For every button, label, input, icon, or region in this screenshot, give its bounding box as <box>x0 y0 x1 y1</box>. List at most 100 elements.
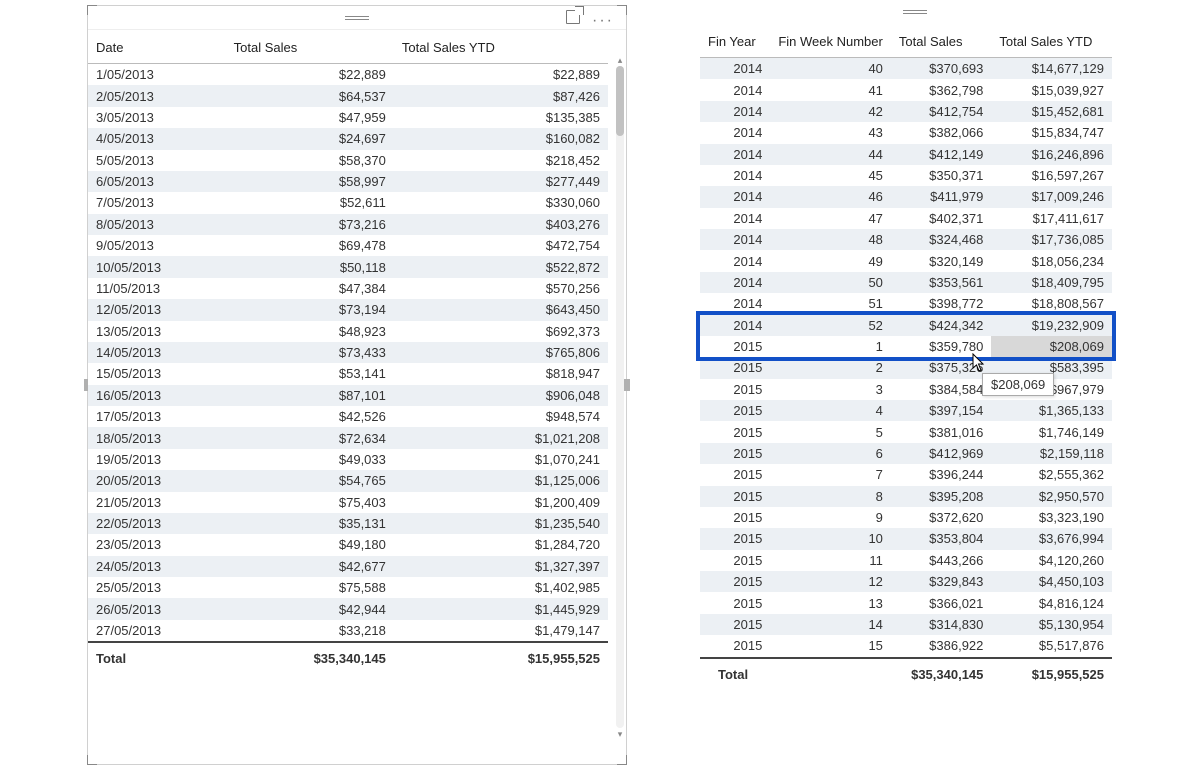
cell[interactable]: 6/05/2013 <box>88 171 226 192</box>
table-row[interactable]: 20157$396,244$2,555,362 <box>700 464 1112 485</box>
table-row[interactable]: 27/05/2013$33,218$1,479,147 <box>88 620 608 642</box>
cell[interactable]: 9/05/2013 <box>88 235 226 256</box>
cell[interactable]: 2015 <box>700 507 770 528</box>
cell[interactable]: $58,997 <box>226 171 394 192</box>
table-row[interactable]: 1/05/2013$22,889$22,889 <box>88 64 608 86</box>
table-row[interactable]: 201451$398,772$18,808,567 <box>700 293 1112 314</box>
table-row[interactable]: 201515$386,922$5,517,876 <box>700 635 1112 657</box>
table-row[interactable]: 14/05/2013$73,433$765,806 <box>88 342 608 363</box>
table-row[interactable]: 13/05/2013$48,923$692,373 <box>88 321 608 342</box>
cell[interactable]: 23/05/2013 <box>88 534 226 555</box>
table-row[interactable]: 201511$443,266$4,120,260 <box>700 550 1112 571</box>
table-row[interactable]: 25/05/2013$75,588$1,402,985 <box>88 577 608 598</box>
cell[interactable]: $73,216 <box>226 214 394 235</box>
cell[interactable]: $17,009,246 <box>991 186 1112 207</box>
cell[interactable]: 2014 <box>700 272 770 293</box>
cell[interactable]: 2014 <box>700 250 770 271</box>
cell[interactable]: 2015 <box>700 421 770 442</box>
table-row[interactable]: 19/05/2013$49,033$1,070,241 <box>88 449 608 470</box>
cell[interactable]: $443,266 <box>891 550 991 571</box>
table-row[interactable]: 4/05/2013$24,697$160,082 <box>88 128 608 149</box>
cell[interactable]: $411,979 <box>891 186 991 207</box>
cell[interactable]: 19/05/2013 <box>88 449 226 470</box>
cell[interactable]: $643,450 <box>394 299 608 320</box>
cell[interactable]: $403,276 <box>394 214 608 235</box>
cell[interactable]: 13/05/2013 <box>88 321 226 342</box>
cell[interactable]: 2014 <box>700 229 770 250</box>
cell[interactable]: 12 <box>770 571 891 592</box>
cell[interactable]: 46 <box>770 186 891 207</box>
cell[interactable]: $1,021,208 <box>394 427 608 448</box>
cell[interactable]: $1,746,149 <box>991 421 1112 442</box>
cell[interactable]: $22,889 <box>226 64 394 86</box>
cell[interactable]: $3,676,994 <box>991 528 1112 549</box>
scrollbar-track[interactable] <box>616 66 624 728</box>
cell[interactable]: $218,452 <box>394 150 608 171</box>
cell[interactable]: 2014 <box>700 165 770 186</box>
cell[interactable]: $208,069 <box>991 336 1112 357</box>
cell[interactable]: $50,118 <box>226 256 394 277</box>
cell[interactable]: $522,872 <box>394 256 608 277</box>
cell[interactable]: $320,149 <box>891 250 991 271</box>
focus-mode-icon[interactable] <box>566 10 580 24</box>
cell[interactable]: 2014 <box>700 186 770 207</box>
cell[interactable]: $2,159,118 <box>991 443 1112 464</box>
cell[interactable]: 16/05/2013 <box>88 385 226 406</box>
cell[interactable]: 13 <box>770 592 891 613</box>
table-row[interactable]: 201441$362,798$15,039,927 <box>700 79 1112 100</box>
cell[interactable]: $424,342 <box>891 315 991 336</box>
cell[interactable]: $277,449 <box>394 171 608 192</box>
cell[interactable]: $359,780 <box>891 336 991 357</box>
table-row[interactable]: 20151$359,780$208,069 <box>700 336 1112 357</box>
cell[interactable]: 2014 <box>700 58 770 80</box>
cell[interactable]: 2015 <box>700 614 770 635</box>
cell[interactable]: 2015 <box>700 635 770 657</box>
table-row[interactable]: 201442$412,754$15,452,681 <box>700 101 1112 122</box>
cell[interactable]: $362,798 <box>891 79 991 100</box>
cell[interactable]: 7/05/2013 <box>88 192 226 213</box>
cell[interactable]: $384,584 <box>891 379 991 400</box>
cell[interactable]: $18,409,795 <box>991 272 1112 293</box>
cell[interactable]: $42,677 <box>226 556 394 577</box>
table-row[interactable]: 201450$353,561$18,409,795 <box>700 272 1112 293</box>
table-row[interactable]: 201440$370,693$14,677,129 <box>700 58 1112 80</box>
col-header-fin-week[interactable]: Fin Week Number <box>770 24 891 58</box>
cell[interactable]: $329,843 <box>891 571 991 592</box>
cell[interactable]: $42,944 <box>226 598 394 619</box>
table-row[interactable]: 201512$329,843$4,450,103 <box>700 571 1112 592</box>
cell[interactable]: $395,208 <box>891 486 991 507</box>
cell[interactable]: $1,479,147 <box>394 620 608 642</box>
cell[interactable]: $948,574 <box>394 406 608 427</box>
cell[interactable]: $35,131 <box>226 513 394 534</box>
cell[interactable]: $398,772 <box>891 293 991 314</box>
cell[interactable]: $375,326 <box>891 357 991 378</box>
table-row[interactable]: 20159$372,620$3,323,190 <box>700 507 1112 528</box>
cell[interactable]: $54,765 <box>226 470 394 491</box>
cell[interactable]: 2014 <box>700 101 770 122</box>
cell[interactable]: $33,218 <box>226 620 394 642</box>
cell[interactable]: 44 <box>770 144 891 165</box>
cell[interactable]: $1,445,929 <box>394 598 608 619</box>
cell[interactable]: 27/05/2013 <box>88 620 226 642</box>
table-row[interactable]: 17/05/2013$42,526$948,574 <box>88 406 608 427</box>
cell[interactable]: $15,452,681 <box>991 101 1112 122</box>
cell[interactable]: $4,450,103 <box>991 571 1112 592</box>
right-data-table[interactable]: Fin Year Fin Week Number Total Sales Tot… <box>700 24 1112 690</box>
cell[interactable]: 10/05/2013 <box>88 256 226 277</box>
cell[interactable]: 24/05/2013 <box>88 556 226 577</box>
cell[interactable]: 40 <box>770 58 891 80</box>
cell[interactable]: $48,923 <box>226 321 394 342</box>
cell[interactable]: 21/05/2013 <box>88 492 226 513</box>
cell[interactable]: $382,066 <box>891 122 991 143</box>
cell[interactable]: $402,371 <box>891 208 991 229</box>
cell[interactable]: $692,373 <box>394 321 608 342</box>
table-row[interactable]: 11/05/2013$47,384$570,256 <box>88 278 608 299</box>
cell[interactable]: $72,634 <box>226 427 394 448</box>
cell[interactable]: 2015 <box>700 336 770 357</box>
cell[interactable]: $47,959 <box>226 107 394 128</box>
table-row[interactable]: 20/05/2013$54,765$1,125,006 <box>88 470 608 491</box>
scroll-up-arrow-icon[interactable]: ▴ <box>616 56 624 64</box>
cell[interactable]: 3/05/2013 <box>88 107 226 128</box>
cell[interactable]: $412,754 <box>891 101 991 122</box>
cell[interactable]: $381,016 <box>891 421 991 442</box>
